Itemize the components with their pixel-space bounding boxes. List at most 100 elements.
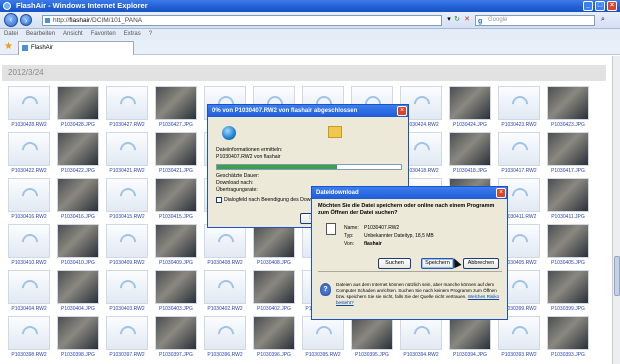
search-input[interactable]: g Google xyxy=(475,15,595,26)
file-name-link[interactable]: P1030417.JPG xyxy=(541,168,595,174)
wifi-file-icon[interactable] xyxy=(106,178,148,212)
file-name-link[interactable]: P1030398.RW2 xyxy=(2,352,56,358)
photo-thumbnail[interactable]: P1030399.JPG xyxy=(545,270,590,316)
wifi-file-icon[interactable] xyxy=(204,316,246,350)
photo-preview[interactable] xyxy=(253,316,295,350)
file-name-link[interactable]: P1030405.JPG xyxy=(541,260,595,266)
file-name-link[interactable]: P1030422.JPG xyxy=(51,168,105,174)
photo-preview[interactable] xyxy=(155,316,197,350)
file-name-link[interactable]: P1030410.RW2 xyxy=(2,260,56,266)
raw-file-thumbnail[interactable]: P1030393.RW2 xyxy=(496,316,541,362)
menu-item[interactable]: Ansicht xyxy=(63,31,83,37)
file-name-link[interactable]: P1030423.RW2 xyxy=(492,122,546,128)
file-name-link[interactable]: P1030421.RW2 xyxy=(100,168,154,174)
minimize-icon[interactable]: _ xyxy=(583,1,593,11)
photo-thumbnail[interactable]: P1030394.JPG xyxy=(447,316,492,362)
photo-preview[interactable] xyxy=(57,132,99,166)
photo-thumbnail[interactable]: P1030421.JPG xyxy=(153,132,198,178)
file-name-link[interactable]: P1030403.JPG xyxy=(149,306,203,312)
raw-file-thumbnail[interactable]: P1030410.RW2 xyxy=(6,224,51,270)
raw-file-thumbnail[interactable]: P1030397.RW2 xyxy=(104,316,149,362)
photo-thumbnail[interactable]: P1030402.JPG xyxy=(251,270,296,316)
checkbox-box[interactable] xyxy=(216,197,222,203)
photo-preview[interactable] xyxy=(155,178,197,212)
file-name-link[interactable]: P1030396.RW2 xyxy=(198,352,252,358)
file-name-link[interactable]: P1030396.JPG xyxy=(247,352,301,358)
raw-file-thumbnail[interactable]: P1030396.RW2 xyxy=(202,316,247,362)
file-name-link[interactable]: P1030398.JPG xyxy=(51,352,105,358)
raw-file-thumbnail[interactable]: P1030402.RW2 xyxy=(202,270,247,316)
photo-thumbnail[interactable]: P1030395.JPG xyxy=(349,316,394,362)
save-button[interactable]: Speichern xyxy=(421,258,454,269)
file-name-link[interactable]: P1030415.RW2 xyxy=(100,214,154,220)
photo-thumbnail[interactable]: P1030423.JPG xyxy=(545,86,590,132)
file-name-link[interactable]: P1030421.JPG xyxy=(149,168,203,174)
file-name-link[interactable]: P1030408.RW2 xyxy=(198,260,252,266)
wifi-file-icon[interactable] xyxy=(204,224,246,258)
photo-thumbnail[interactable]: P1030410.JPG xyxy=(55,224,100,270)
stop-icon[interactable]: ✕ xyxy=(462,15,472,25)
menu-item[interactable]: ? xyxy=(149,31,152,37)
photo-preview[interactable] xyxy=(253,224,295,258)
file-name-link[interactable]: P1030428.RW2 xyxy=(2,122,56,128)
file-name-link[interactable]: P1030395.JPG xyxy=(345,352,399,358)
file-name-link[interactable]: P1030410.JPG xyxy=(51,260,105,266)
raw-file-thumbnail[interactable]: P1030428.RW2 xyxy=(6,86,51,132)
raw-file-thumbnail[interactable]: P1030427.RW2 xyxy=(104,86,149,132)
raw-file-thumbnail[interactable]: P1030395.RW2 xyxy=(300,316,345,362)
menu-item[interactable]: Favoriten xyxy=(91,31,116,37)
photo-thumbnail[interactable]: P1030418.JPG xyxy=(447,132,492,178)
close-when-done-checkbox[interactable]: Dialogfeld nach Beendigung des Downloads… xyxy=(216,197,324,203)
file-name-link[interactable]: P1030424.JPG xyxy=(443,122,497,128)
file-name-link[interactable]: P1030418.JPG xyxy=(443,168,497,174)
wifi-file-icon[interactable] xyxy=(8,224,50,258)
wifi-file-icon[interactable] xyxy=(8,178,50,212)
photo-preview[interactable] xyxy=(547,224,589,258)
wifi-file-icon[interactable] xyxy=(498,132,540,166)
photo-preview[interactable] xyxy=(155,86,197,120)
photo-preview[interactable] xyxy=(57,316,99,350)
url-field[interactable]: http://flashair/DCIM/101_PANA xyxy=(42,15,442,26)
photo-preview[interactable] xyxy=(57,86,99,120)
photo-preview[interactable] xyxy=(253,270,295,304)
photo-thumbnail[interactable]: P1030424.JPG xyxy=(447,86,492,132)
wifi-file-icon[interactable] xyxy=(302,316,344,350)
photo-preview[interactable] xyxy=(547,270,589,304)
wifi-file-icon[interactable] xyxy=(400,316,442,350)
scrollbar-thumb[interactable] xyxy=(614,256,620,296)
photo-preview[interactable] xyxy=(449,316,491,350)
wifi-file-icon[interactable] xyxy=(204,270,246,304)
photo-thumbnail[interactable]: P1030428.JPG xyxy=(55,86,100,132)
photo-thumbnail[interactable]: P1030416.JPG xyxy=(55,178,100,224)
raw-file-thumbnail[interactable]: P1030403.RW2 xyxy=(104,270,149,316)
wifi-file-icon[interactable] xyxy=(8,316,50,350)
raw-file-thumbnail[interactable]: P1030417.RW2 xyxy=(496,132,541,178)
photo-thumbnail[interactable]: P1030398.JPG xyxy=(55,316,100,362)
file-name-link[interactable]: P1030409.RW2 xyxy=(100,260,154,266)
file-name-link[interactable]: P1030416.JPG xyxy=(51,214,105,220)
menu-item[interactable]: Extras xyxy=(124,31,141,37)
file-name-link[interactable]: P1030393.JPG xyxy=(541,352,595,358)
raw-file-thumbnail[interactable]: P1030408.RW2 xyxy=(202,224,247,270)
photo-preview[interactable] xyxy=(547,132,589,166)
file-name-link[interactable]: P1030403.RW2 xyxy=(100,306,154,312)
photo-thumbnail[interactable]: P1030427.JPG xyxy=(153,86,198,132)
file-name-link[interactable]: P1030416.RW2 xyxy=(2,214,56,220)
photo-thumbnail[interactable]: P1030396.JPG xyxy=(251,316,296,362)
photo-preview[interactable] xyxy=(155,224,197,258)
file-name-link[interactable]: P1030422.RW2 xyxy=(2,168,56,174)
photo-thumbnail[interactable]: P1030403.JPG xyxy=(153,270,198,316)
file-name-link[interactable]: P1030427.RW2 xyxy=(100,122,154,128)
download-close-icon[interactable]: × xyxy=(496,188,506,198)
favorites-star-icon[interactable]: ★ xyxy=(4,42,13,52)
photo-thumbnail[interactable]: P1030415.JPG xyxy=(153,178,198,224)
photo-thumbnail[interactable]: P1030411.JPG xyxy=(545,178,590,224)
wifi-file-icon[interactable] xyxy=(498,316,540,350)
wifi-file-icon[interactable] xyxy=(8,132,50,166)
back-button[interactable]: ‹ xyxy=(4,13,18,27)
progress-close-icon[interactable]: × xyxy=(397,106,407,116)
photo-preview[interactable] xyxy=(351,316,393,350)
photo-thumbnail[interactable]: P1030417.JPG xyxy=(545,132,590,178)
file-name-link[interactable]: P1030409.JPG xyxy=(149,260,203,266)
photo-preview[interactable] xyxy=(57,224,99,258)
